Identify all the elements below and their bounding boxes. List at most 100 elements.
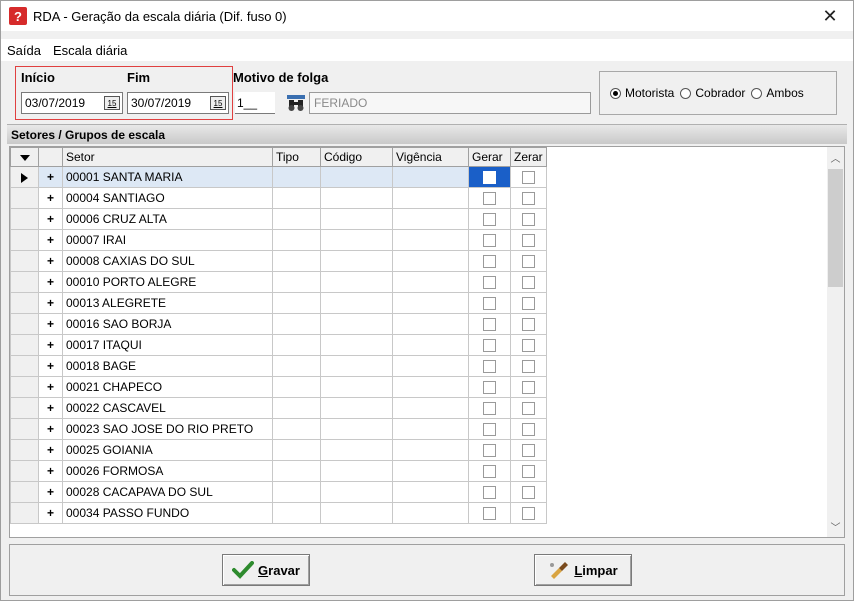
row-indicator[interactable] [10,229,39,251]
setor-cell[interactable]: 00013 ALEGRETE [62,292,273,314]
limpar-button[interactable]: Limpar [534,554,632,586]
expand-row-icon[interactable]: + [38,250,63,272]
codigo-cell[interactable] [320,292,393,314]
table-row[interactable]: +00028 CACAPAVA DO SUL [10,481,547,503]
vigencia-cell[interactable] [392,229,469,251]
tipo-cell[interactable] [272,334,321,356]
expand-row-icon[interactable]: + [38,397,63,419]
zerar-checkbox[interactable] [522,297,535,311]
gerar-checkbox[interactable] [483,234,496,248]
zerar-checkbox[interactable] [522,213,535,227]
menu-saida[interactable]: Saída [1,43,47,58]
gerar-checkbox[interactable] [483,402,496,416]
vigencia-cell[interactable] [392,313,469,335]
expand-row-icon[interactable]: + [38,187,63,209]
codigo-cell[interactable] [320,166,393,188]
setor-cell[interactable]: 00001 SANTA MARIA [62,166,273,188]
table-row[interactable]: +00001 SANTA MARIA [10,166,547,188]
row-indicator[interactable] [10,376,39,398]
expand-row-icon[interactable]: + [38,418,63,440]
vigencia-cell[interactable] [392,292,469,314]
setor-cell[interactable]: 00028 CACAPAVA DO SUL [62,481,273,503]
row-indicator[interactable] [10,481,39,503]
expand-row-icon[interactable]: + [38,229,63,251]
codigo-cell[interactable] [320,250,393,272]
table-row[interactable]: +00026 FORMOSA [10,460,547,482]
tipo-cell[interactable] [272,439,321,461]
binoculars-search-icon[interactable] [285,92,307,114]
column-header-tipo[interactable]: Tipo [272,147,321,167]
gerar-checkbox[interactable] [483,507,496,521]
vigencia-cell[interactable] [392,397,469,419]
column-header-gerar[interactable]: Gerar [468,147,511,167]
inicio-date-field[interactable]: 03/07/2019 15 [21,92,123,114]
column-header-zerar[interactable]: Zerar [510,147,547,167]
tipo-cell[interactable] [272,250,321,272]
table-row[interactable]: +00016 SAO BORJA [10,313,547,335]
tipo-cell[interactable] [272,376,321,398]
tipo-cell[interactable] [272,166,321,188]
zerar-checkbox[interactable] [522,339,535,353]
calendar-icon[interactable]: 15 [210,96,226,110]
fim-date-field[interactable]: 30/07/2019 15 [127,92,229,114]
vigencia-cell[interactable] [392,271,469,293]
row-indicator[interactable] [10,187,39,209]
setor-cell[interactable]: 00007 IRAI [62,229,273,251]
column-menu-button[interactable] [10,147,39,167]
vigencia-cell[interactable] [392,334,469,356]
expand-row-icon[interactable]: + [38,376,63,398]
motivo-code-input[interactable]: 1__ [235,92,275,114]
zerar-checkbox[interactable] [522,234,535,248]
codigo-cell[interactable] [320,376,393,398]
vigencia-cell[interactable] [392,502,469,524]
expand-row-icon[interactable]: + [38,439,63,461]
table-row[interactable]: +00004 SANTIAGO [10,187,547,209]
table-row[interactable]: +00025 GOIANIA [10,439,547,461]
radio-ambos[interactable]: Ambos [751,86,804,100]
vigencia-cell[interactable] [392,187,469,209]
vigencia-cell[interactable] [392,166,469,188]
gravar-button[interactable]: Gravar [222,554,310,586]
zerar-checkbox[interactable] [522,423,535,437]
table-row[interactable]: +00006 CRUZ ALTA [10,208,547,230]
calendar-icon[interactable]: 15 [104,96,120,110]
codigo-cell[interactable] [320,439,393,461]
expand-row-icon[interactable]: + [38,355,63,377]
radio-cobrador[interactable]: Cobrador [680,86,745,100]
vigencia-cell[interactable] [392,355,469,377]
vigencia-cell[interactable] [392,208,469,230]
row-indicator[interactable] [10,418,39,440]
tipo-cell[interactable] [272,292,321,314]
vigencia-cell[interactable] [392,376,469,398]
expand-row-icon[interactable]: + [38,481,63,503]
close-button[interactable]: ✕ [807,1,853,31]
gerar-checkbox[interactable] [483,276,496,290]
gerar-checkbox[interactable] [483,255,496,269]
codigo-cell[interactable] [320,460,393,482]
setor-cell[interactable]: 00021 CHAPECO [62,376,273,398]
gerar-checkbox[interactable] [483,171,496,185]
gerar-checkbox[interactable] [483,339,496,353]
column-header-vigencia[interactable]: Vigência [392,147,469,167]
setor-cell[interactable]: 00034 PASSO FUNDO [62,502,273,524]
codigo-cell[interactable] [320,229,393,251]
codigo-cell[interactable] [320,355,393,377]
gerar-checkbox[interactable] [483,318,496,332]
row-indicator[interactable] [10,460,39,482]
vigencia-cell[interactable] [392,460,469,482]
expand-row-icon[interactable]: + [38,271,63,293]
setor-cell[interactable]: 00008 CAXIAS DO SUL [62,250,273,272]
row-indicator[interactable] [10,439,39,461]
tipo-cell[interactable] [272,208,321,230]
expand-row-icon[interactable]: + [38,208,63,230]
radio-motorista[interactable]: Motorista [610,86,674,100]
setor-cell[interactable]: 00025 GOIANIA [62,439,273,461]
tipo-cell[interactable] [272,187,321,209]
row-indicator[interactable] [10,334,39,356]
column-header-setor[interactable]: Setor [62,147,273,167]
table-row[interactable]: +00034 PASSO FUNDO [10,502,547,524]
vigencia-cell[interactable] [392,418,469,440]
gerar-checkbox[interactable] [483,444,496,458]
vigencia-cell[interactable] [392,250,469,272]
table-row[interactable]: +00007 IRAI [10,229,547,251]
